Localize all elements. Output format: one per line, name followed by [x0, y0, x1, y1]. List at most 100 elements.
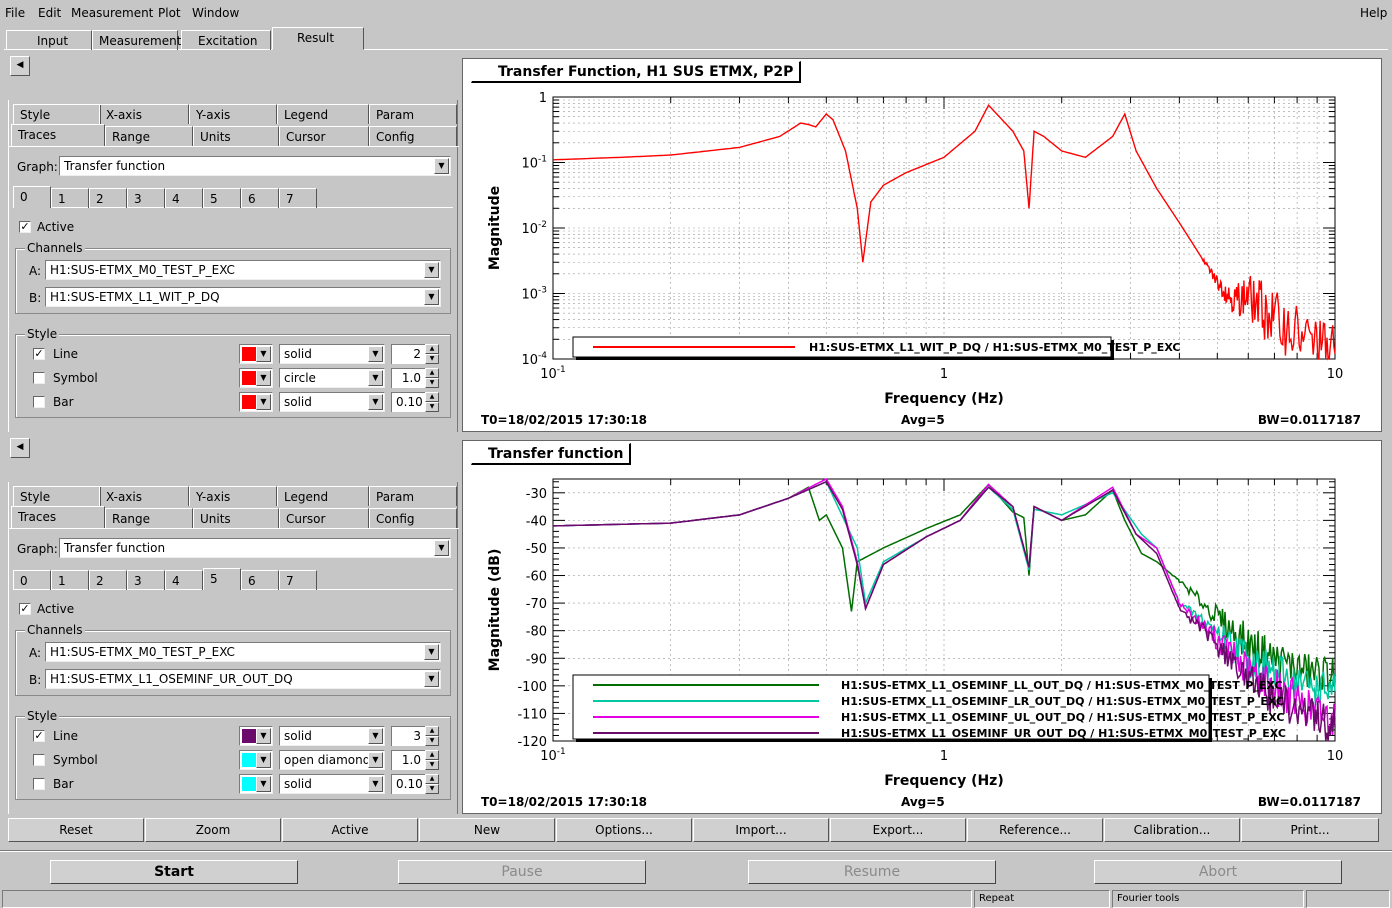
bar-style-select-top[interactable]: solid ▼: [279, 392, 385, 412]
tab-yaxis-bottom[interactable]: Y-axis: [189, 486, 277, 506]
trace-tab[interactable]: 3: [127, 188, 165, 208]
trace-tab[interactable]: 1: [51, 570, 89, 590]
menu-edit[interactable]: Edit: [38, 6, 61, 20]
symbol-checkbox-bottom[interactable]: [33, 754, 45, 766]
menu-help[interactable]: Help: [1360, 6, 1387, 20]
symbol-size-input-bottom[interactable]: 1.0: [391, 750, 425, 770]
menu-file[interactable]: File: [5, 6, 25, 20]
channel-a-select-top[interactable]: H1:SUS-ETMX_M0_TEST_P_EXC ▼: [45, 260, 441, 280]
tab-result[interactable]: Result: [272, 27, 364, 50]
trace-tab[interactable]: 5: [203, 568, 241, 590]
line-style-select-bottom[interactable]: solid ▼: [279, 726, 385, 746]
tab-range-top[interactable]: Range: [105, 126, 193, 146]
tab-xaxis-bottom[interactable]: X-axis: [99, 486, 189, 506]
spin-down-icon[interactable]: ▼: [425, 784, 439, 794]
tab-style-top[interactable]: Style: [13, 104, 101, 124]
zoom-button[interactable]: Zoom: [145, 818, 281, 842]
trace-tab[interactable]: 0: [13, 570, 51, 590]
spin-up-icon[interactable]: ▲: [425, 368, 439, 378]
tab-traces-top[interactable]: Traces: [11, 124, 105, 146]
trace-tab[interactable]: 2: [89, 188, 127, 208]
bar-checkbox-bottom[interactable]: [33, 778, 45, 790]
trace-tab[interactable]: 5: [203, 188, 241, 208]
trace-tab[interactable]: 6: [241, 570, 279, 590]
symbol-color-select-top[interactable]: ▼: [239, 368, 273, 388]
graph-select-top[interactable]: Transfer function ▼: [59, 156, 451, 176]
chart-bottom[interactable]: -30-40-50-60-70-80-90-100-110-12010-1 1 10…: [463, 441, 1383, 815]
line-width-input-top[interactable]: 2: [391, 344, 425, 364]
bar-width-spinner-bottom[interactable]: ▲ ▼: [425, 774, 439, 794]
channel-a-select-bottom[interactable]: H1:SUS-ETMX_M0_TEST_P_EXC ▼: [45, 642, 441, 662]
spin-down-icon[interactable]: ▼: [425, 736, 439, 746]
print-button[interactable]: Print...: [1241, 818, 1379, 842]
pause-button[interactable]: Pause: [398, 860, 646, 884]
bar-width-input-top[interactable]: 0.10: [391, 392, 425, 412]
menu-plot[interactable]: Plot: [158, 6, 181, 20]
spin-up-icon[interactable]: ▲: [425, 750, 439, 760]
tab-legend-bottom[interactable]: Legend: [277, 486, 369, 506]
trace-tab[interactable]: 4: [165, 570, 203, 590]
bar-checkbox-top[interactable]: [33, 396, 45, 408]
new-button[interactable]: New: [419, 818, 555, 842]
tab-yaxis-top[interactable]: Y-axis: [189, 104, 277, 124]
trace-tab[interactable]: 7: [279, 188, 317, 208]
calibration-button[interactable]: Calibration...: [1104, 818, 1240, 842]
spin-down-icon[interactable]: ▼: [425, 378, 439, 388]
tab-input[interactable]: Input: [6, 30, 92, 50]
import-button[interactable]: Import...: [693, 818, 829, 842]
options-button[interactable]: Options...: [556, 818, 692, 842]
trace-tab[interactable]: 1: [51, 188, 89, 208]
tab-style-bottom[interactable]: Style: [13, 486, 101, 506]
plot-pane-top[interactable]: Transfer Function, H1 SUS ETMX, P2P 1 10-…: [462, 58, 1382, 432]
collapse-top-button[interactable]: ◀: [10, 56, 30, 76]
bar-color-select-bottom[interactable]: ▼: [239, 774, 273, 794]
active-button[interactable]: Active: [282, 818, 418, 842]
symbol-color-select-bottom[interactable]: ▼: [239, 750, 273, 770]
active-checkbox-top[interactable]: ✓: [19, 221, 31, 233]
line-width-spinner-bottom[interactable]: ▲ ▼: [425, 726, 439, 746]
tab-config-bottom[interactable]: Config: [369, 508, 457, 528]
symbol-size-input-top[interactable]: 1.0: [391, 368, 425, 388]
line-checkbox-top[interactable]: ✓: [33, 348, 45, 360]
line-style-select-top[interactable]: solid ▼: [279, 344, 385, 364]
tab-cursor-top[interactable]: Cursor: [279, 126, 369, 146]
tab-xaxis-top[interactable]: X-axis: [99, 104, 189, 124]
line-color-select-top[interactable]: ▼: [239, 344, 273, 364]
bar-width-spinner-top[interactable]: ▲ ▼: [425, 392, 439, 412]
bar-style-select-bottom[interactable]: solid ▼: [279, 774, 385, 794]
channel-b-select-bottom[interactable]: H1:SUS-ETMX_L1_OSEMINF_UR_OUT_DQ ▼: [45, 669, 441, 689]
abort-button[interactable]: Abort: [1094, 860, 1342, 884]
resume-button[interactable]: Resume: [748, 860, 996, 884]
tab-measurement[interactable]: Measurement: [92, 30, 181, 50]
tab-legend-top[interactable]: Legend: [277, 104, 369, 124]
line-width-input-bottom[interactable]: 3: [391, 726, 425, 746]
graph-select-bottom[interactable]: Transfer function ▼: [59, 538, 451, 558]
bar-width-input-bottom[interactable]: 0.10: [391, 774, 425, 794]
tab-config-top[interactable]: Config: [369, 126, 457, 146]
symbol-size-spinner-top[interactable]: ▲ ▼: [425, 368, 439, 388]
spin-down-icon[interactable]: ▼: [425, 402, 439, 412]
symbol-size-spinner-bottom[interactable]: ▲ ▼: [425, 750, 439, 770]
tab-param-bottom[interactable]: Param: [369, 486, 457, 506]
plot-pane-bottom[interactable]: Transfer function -30 -40 -50 -60 -70 -80 -90-…: [462, 440, 1382, 814]
symbol-checkbox-top[interactable]: [33, 372, 45, 384]
spin-up-icon[interactable]: ▲: [425, 344, 439, 354]
tab-param-top[interactable]: Param: [369, 104, 457, 124]
trace-tab[interactable]: 7: [279, 570, 317, 590]
start-button[interactable]: Start: [50, 860, 298, 884]
tab-traces-bottom[interactable]: Traces: [11, 506, 105, 528]
line-width-spinner-top[interactable]: ▲ ▼: [425, 344, 439, 364]
symbol-style-select-top[interactable]: circle ▼: [279, 368, 385, 388]
trace-tab[interactable]: 2: [89, 570, 127, 590]
bar-color-select-top[interactable]: ▼: [239, 392, 273, 412]
reference-button[interactable]: Reference...: [967, 818, 1103, 842]
trace-tab[interactable]: 3: [127, 570, 165, 590]
trace-tab[interactable]: 6: [241, 188, 279, 208]
reset-button[interactable]: Reset: [8, 818, 144, 842]
spin-down-icon[interactable]: ▼: [425, 354, 439, 364]
symbol-style-select-bottom[interactable]: open diamond ▼: [279, 750, 385, 770]
channel-b-select-top[interactable]: H1:SUS-ETMX_L1_WIT_P_DQ ▼: [45, 287, 441, 307]
tab-range-bottom[interactable]: Range: [105, 508, 193, 528]
spin-up-icon[interactable]: ▲: [425, 726, 439, 736]
trace-tab[interactable]: 0: [13, 186, 51, 208]
